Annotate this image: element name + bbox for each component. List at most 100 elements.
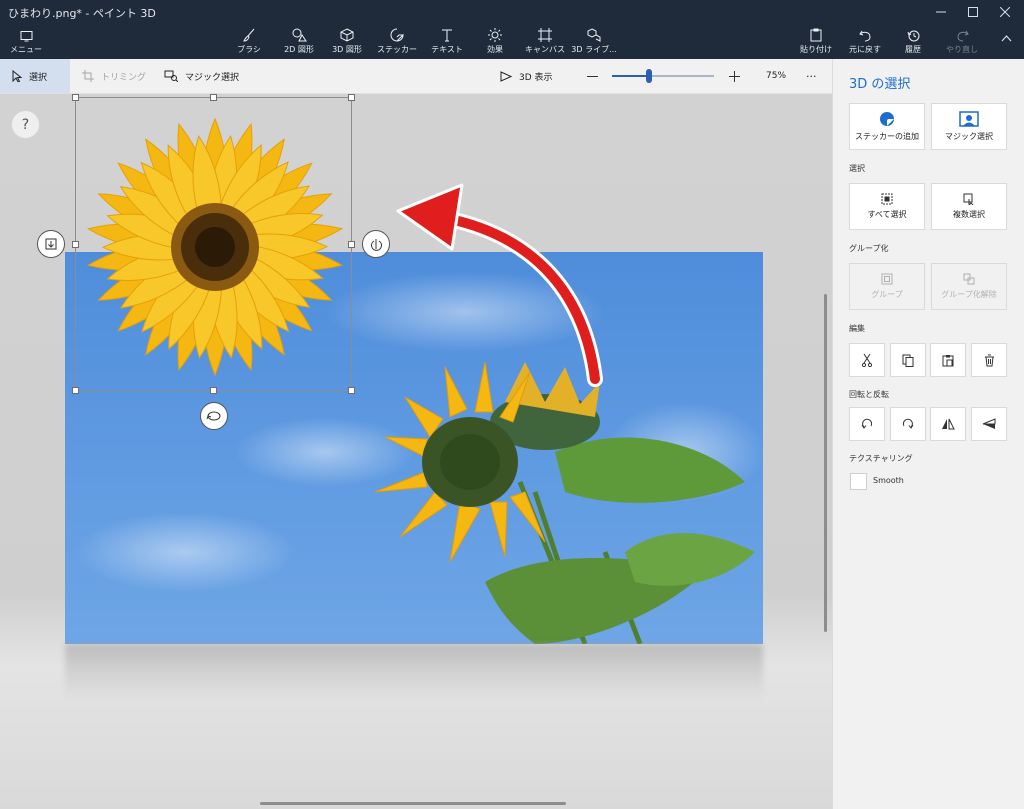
- history-button[interactable]: 履歴: [898, 24, 928, 59]
- group-section-label: グループ化: [849, 244, 889, 253]
- select-all-icon: [881, 193, 893, 205]
- tool-3d-shapes-label: 3D 図形: [332, 45, 362, 54]
- ungroup-icon: [963, 273, 975, 285]
- redo-label: やり直し: [946, 45, 978, 54]
- resize-handle-bottom[interactable]: [210, 387, 217, 394]
- crop-tool-button[interactable]: トリミング: [82, 59, 152, 93]
- copy-button[interactable]: [890, 343, 926, 377]
- resize-handle-top[interactable]: [210, 94, 217, 101]
- maximize-icon: [968, 7, 978, 17]
- title-bar: ひまわり.png* - ペイント 3D: [0, 0, 1024, 24]
- texture-section-label: テクスチャリング: [849, 454, 913, 463]
- canvas-icon: [538, 24, 552, 42]
- more-options-button[interactable]: ···: [806, 59, 824, 93]
- zoom-slider[interactable]: [612, 69, 714, 83]
- zoom-in-button[interactable]: [726, 59, 742, 93]
- menu-label: メニュー: [10, 45, 42, 54]
- delete-button[interactable]: [971, 343, 1007, 377]
- vertical-scrollbar[interactable]: [824, 294, 827, 632]
- tool-3d-shapes-button[interactable]: 3D 図形: [328, 24, 366, 59]
- horizontal-scrollbar[interactable]: [260, 802, 566, 805]
- help-button[interactable]: ?: [11, 110, 40, 139]
- smooth-checkbox[interactable]: [850, 473, 867, 490]
- rotate-left-icon: [861, 418, 873, 429]
- tool-brush-button[interactable]: ブラシ: [232, 24, 266, 59]
- magic-select-panel-label: マジック選択: [945, 132, 993, 141]
- zoom-slider-fill: [612, 75, 649, 77]
- resize-handle-right[interactable]: [348, 241, 355, 248]
- flip-horizontal-button[interactable]: [930, 407, 966, 441]
- rotate-z-handle[interactable]: [362, 230, 390, 258]
- redo-button[interactable]: やり直し: [944, 24, 980, 59]
- move-depth-handle[interactable]: [37, 230, 65, 258]
- tool-text-button[interactable]: テキスト: [430, 24, 464, 59]
- paste-button[interactable]: 貼り付け: [798, 24, 834, 59]
- flip-vertical-button[interactable]: [971, 407, 1007, 441]
- magic-select-icon: [959, 111, 979, 127]
- tool-2d-shapes-button[interactable]: 2D 図形: [280, 24, 318, 59]
- annotation-arrow: [396, 183, 603, 387]
- paste-label: 貼り付け: [800, 45, 832, 54]
- selection-toolbar: 選択 トリミング マジック選択 3D 表示 75% ···: [0, 59, 832, 94]
- close-button[interactable]: [988, 0, 1022, 24]
- 3d-library-icon: [587, 24, 601, 42]
- multi-select-button[interactable]: 複数選択: [931, 183, 1007, 230]
- canvas-area[interactable]: ?: [0, 94, 832, 809]
- chevron-up-icon: [1001, 24, 1012, 42]
- tool-sticker-button[interactable]: ステッカー: [377, 24, 417, 59]
- rotate-y-handle[interactable]: [200, 402, 228, 430]
- resize-handle-top-right[interactable]: [348, 94, 355, 101]
- group-button[interactable]: グループ: [849, 263, 925, 310]
- plus-icon: [728, 70, 740, 82]
- select-all-button[interactable]: すべて選択: [849, 183, 925, 230]
- rotate-icon: [371, 239, 382, 251]
- zoom-out-button[interactable]: [584, 59, 600, 93]
- rotate-left-button[interactable]: [849, 407, 885, 441]
- resize-handle-top-left[interactable]: [72, 94, 79, 101]
- tool-sticker-label: ステッカー: [377, 45, 417, 54]
- flip-horizontal-icon: [942, 418, 955, 430]
- paste-panel-button[interactable]: [930, 343, 966, 377]
- resize-handle-bottom-right[interactable]: [348, 387, 355, 394]
- depth-icon: [45, 238, 57, 250]
- zoom-slider-thumb[interactable]: [645, 69, 652, 83]
- group-label: グループ: [871, 290, 903, 299]
- magic-select-tool-label: マジック選択: [185, 72, 240, 83]
- multi-select-label: 複数選択: [953, 210, 985, 219]
- tool-effects-button[interactable]: 効果: [480, 24, 510, 59]
- select-tool-label: 選択: [29, 72, 48, 83]
- zoom-percent: 75%: [766, 71, 787, 81]
- select-all-label: すべて選択: [867, 210, 907, 219]
- add-sticker-label: ステッカーの追加: [855, 132, 919, 141]
- maximize-button[interactable]: [956, 0, 990, 24]
- history-label: 履歴: [905, 45, 921, 54]
- select-tool-button[interactable]: 選択: [0, 59, 70, 93]
- tool-3d-library-button[interactable]: 3D ライブ...: [571, 24, 617, 59]
- ungroup-button[interactable]: グループ化解除: [931, 263, 1007, 310]
- side-panel: 3D の選択 ステッカーの追加 マジック選択 選択 すべて選択 複数選択 グルー…: [832, 59, 1024, 809]
- 3d-shapes-icon: [340, 24, 354, 42]
- add-sticker-button[interactable]: ステッカーの追加: [849, 103, 925, 150]
- crop-icon: [82, 70, 94, 82]
- menu-button[interactable]: メニュー: [10, 24, 42, 59]
- minimize-button[interactable]: [924, 0, 958, 24]
- selection-box[interactable]: [75, 97, 352, 391]
- resize-handle-bottom-left[interactable]: [72, 387, 79, 394]
- paste-icon: [810, 24, 822, 42]
- scissors-icon: [861, 353, 873, 367]
- view-3d-button[interactable]: 3D 表示: [500, 59, 562, 93]
- undo-icon: [858, 24, 872, 42]
- undo-button[interactable]: 元に戻す: [846, 24, 884, 59]
- photo-reflection: [65, 644, 763, 699]
- collapse-ribbon-button[interactable]: [994, 24, 1018, 59]
- tool-canvas-button[interactable]: キャンバス: [525, 24, 565, 59]
- magic-select-button[interactable]: マジック選択: [931, 103, 1007, 150]
- minimize-icon: [936, 11, 946, 13]
- view-3d-icon: [500, 70, 512, 82]
- cut-button[interactable]: [849, 343, 885, 377]
- 2d-shapes-icon: [291, 24, 307, 42]
- rotate-right-button[interactable]: [890, 407, 926, 441]
- magic-select-tool-button[interactable]: マジック選択: [164, 59, 244, 93]
- resize-handle-left[interactable]: [72, 241, 79, 248]
- ungroup-label: グループ化解除: [941, 290, 997, 299]
